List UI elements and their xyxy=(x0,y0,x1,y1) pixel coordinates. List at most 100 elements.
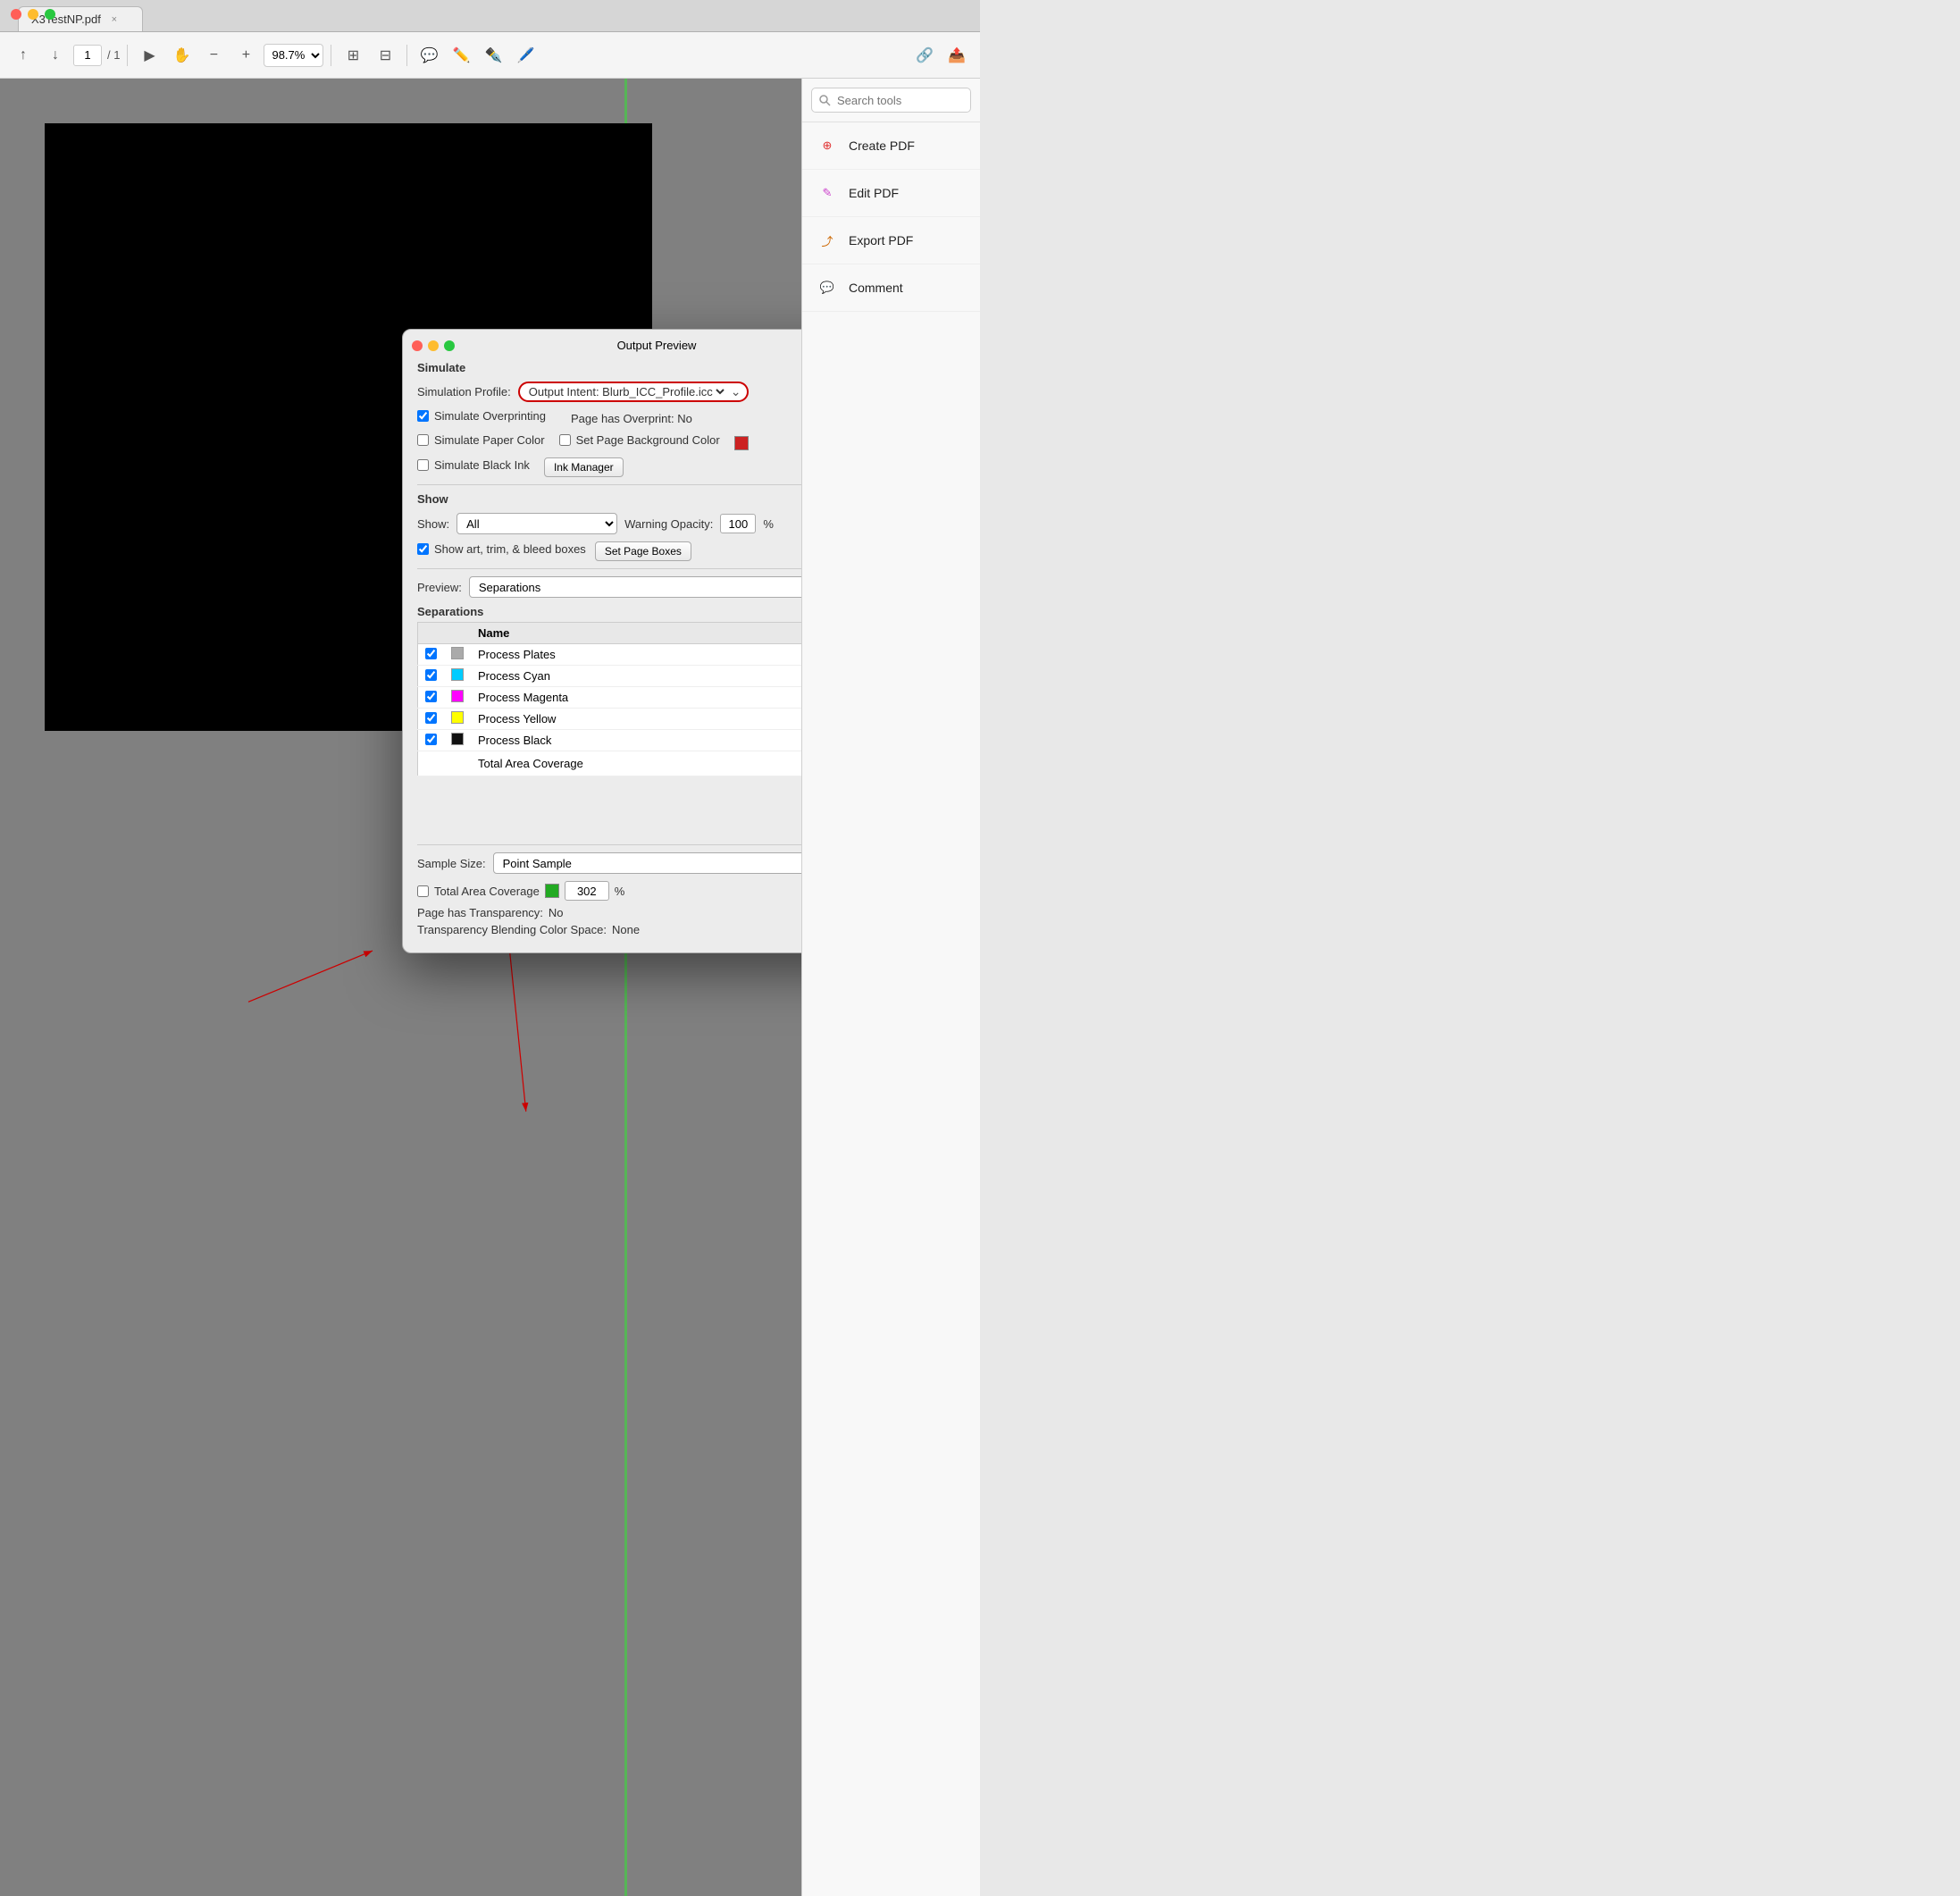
sep-color-swatch xyxy=(451,668,464,681)
tool-label: Edit PDF xyxy=(849,186,899,200)
simulation-profile-label: Simulation Profile: xyxy=(417,385,511,398)
sep-checkbox[interactable] xyxy=(425,712,437,724)
comment-btn[interactable]: 💬 xyxy=(415,41,443,70)
sep-color-swatch xyxy=(451,711,464,724)
preview-row: Preview: Separations xyxy=(417,576,801,598)
page-transparency-row: Page has Transparency: No xyxy=(417,906,801,919)
tac-pct: % xyxy=(615,885,625,898)
divider-1 xyxy=(417,484,801,485)
separations-section: Separations Name xyxy=(417,605,801,776)
transparency-cs-label: Transparency Blending Color Space: xyxy=(417,923,607,936)
tool-item-create-pdf-icon[interactable]: ⊕ Create PDF xyxy=(802,122,980,170)
zoom-select[interactable]: 98.7% xyxy=(264,44,323,67)
sep-pct: 64% xyxy=(745,687,801,709)
transparency-cs-row: Transparency Blending Color Space: None xyxy=(417,923,801,936)
sep-name: Process Magenta xyxy=(471,687,745,709)
next-page-btn[interactable]: ↓ xyxy=(41,41,70,70)
tool-item-edit-pdf-icon[interactable]: ✎ Edit PDF xyxy=(802,170,980,217)
preview-label: Preview: xyxy=(417,581,462,594)
sep-name: Process Cyan xyxy=(471,666,745,687)
select-tool-btn[interactable]: ▶ xyxy=(135,41,163,70)
empty-space xyxy=(417,784,801,837)
separations-table: Name Process Plates Process Cyan 72% Pro… xyxy=(417,622,801,776)
sep-checkbox[interactable] xyxy=(425,691,437,702)
total-area-coverage-row: Total Area Coverage 298% xyxy=(418,751,802,776)
separation-row[interactable]: Process Black 98% xyxy=(418,730,802,751)
dialog-min-btn[interactable] xyxy=(428,340,439,351)
simulate-black-ink-label: Simulate Black Ink xyxy=(434,458,530,472)
sep-checkbox[interactable] xyxy=(425,669,437,681)
fit-page-btn[interactable]: ⊞ xyxy=(339,41,367,70)
toolbar-separator-3 xyxy=(406,45,407,66)
simulate-paper-color-row: Simulate Paper Color xyxy=(417,433,545,447)
preview-select[interactable]: Separations xyxy=(469,576,801,598)
warning-opacity-pct: % xyxy=(763,517,774,531)
tab-close-btn[interactable]: × xyxy=(108,13,121,26)
sample-size-row: Sample Size: Point Sample xyxy=(417,852,801,874)
simulation-profile-select[interactable]: Output Intent: Blurb_ICC_Profile.icc xyxy=(525,384,727,399)
maximize-window-btn[interactable] xyxy=(45,9,55,20)
divider-3 xyxy=(417,844,801,845)
tac-label: Total Area Coverage xyxy=(434,885,540,898)
link-btn[interactable]: 🔗 xyxy=(910,41,939,70)
tool-item-comment-icon[interactable]: 💬 Comment xyxy=(802,264,980,312)
tool-label: Export PDF xyxy=(849,233,913,247)
sep-checkbox[interactable] xyxy=(425,648,437,659)
simulate-paper-color-checkbox[interactable] xyxy=(417,434,429,446)
bg-color-swatch[interactable] xyxy=(734,436,749,450)
sep-pct: 98% xyxy=(745,730,801,751)
show-select[interactable]: All xyxy=(456,513,617,534)
show-row: Show: All Warning Opacity: 100 % xyxy=(417,513,801,534)
toolbar: ↑ ↓ 1 / 1 ▶ ✋ − + 98.7% ⊞ ⊟ 💬 ✏️ ✒️ 🖊️ 🔗… xyxy=(0,32,980,79)
page-number-input[interactable]: 1 xyxy=(73,45,102,66)
tac-row: Total Area Coverage 302 % xyxy=(417,881,801,901)
stamp-btn[interactable]: 🖊️ xyxy=(511,41,540,70)
simulation-profile-select-wrap[interactable]: Output Intent: Blurb_ICC_Profile.icc ⌄ xyxy=(518,382,749,402)
warning-opacity-input[interactable]: 100 xyxy=(720,514,756,533)
sep-checkbox[interactable] xyxy=(425,734,437,745)
divider-2 xyxy=(417,568,801,569)
minimize-window-btn[interactable] xyxy=(28,9,38,20)
separation-row[interactable]: Process Magenta 64% xyxy=(418,687,802,709)
sep-name: Process Black xyxy=(471,730,745,751)
main-layout: Output Preview Simulate Simulation Profi… xyxy=(0,79,980,1896)
pdf-viewer-area[interactable]: Output Preview Simulate Simulation Profi… xyxy=(0,79,801,1896)
prev-page-btn[interactable]: ↑ xyxy=(9,41,38,70)
simulate-black-ink-checkbox[interactable] xyxy=(417,459,429,471)
separation-row[interactable]: Process Plates xyxy=(418,644,802,666)
tac-checkbox[interactable] xyxy=(417,885,429,897)
dialog-max-btn[interactable] xyxy=(444,340,455,351)
draw-btn[interactable]: ✏️ xyxy=(447,41,475,70)
set-page-bg-row: Set Page Background Color xyxy=(559,433,720,447)
search-tools-input[interactable] xyxy=(811,88,971,113)
sign-btn[interactable]: ✒️ xyxy=(479,41,507,70)
scroll-mode-btn[interactable]: ⊟ xyxy=(371,41,399,70)
sample-size-select[interactable]: Point Sample xyxy=(493,852,801,874)
show-art-trim-checkbox[interactable] xyxy=(417,543,429,555)
right-panel: ⊕ Create PDF ✎ Edit PDF ⤴ Export PDF 💬 C… xyxy=(801,79,980,1896)
tool-item-export-pdf-icon[interactable]: ⤴ Export PDF xyxy=(802,217,980,264)
tac-value-input[interactable]: 302 xyxy=(565,881,609,901)
ink-manager-btn[interactable]: Ink Manager xyxy=(544,457,624,477)
set-page-bg-label: Set Page Background Color xyxy=(576,433,720,447)
transparency-cs-value: None xyxy=(612,923,640,936)
zoom-out-btn[interactable]: − xyxy=(199,41,228,70)
sep-pct: 72% xyxy=(745,666,801,687)
separations-label: Separations xyxy=(417,605,801,618)
tac-color-swatch[interactable] xyxy=(545,884,559,898)
zoom-in-btn[interactable]: + xyxy=(231,41,260,70)
separation-row[interactable]: Process Cyan 72% xyxy=(418,666,802,687)
simulate-section-label: Simulate xyxy=(417,361,801,374)
close-window-btn[interactable] xyxy=(11,9,21,20)
page-total: / 1 xyxy=(107,48,120,62)
set-page-boxes-btn[interactable]: Set Page Boxes xyxy=(595,541,691,561)
share-btn[interactable]: 📤 xyxy=(942,41,971,70)
separation-row[interactable]: Process Yellow 64% xyxy=(418,709,802,730)
hand-tool-btn[interactable]: ✋ xyxy=(167,41,196,70)
total-row-label: Total Area Coverage xyxy=(471,751,745,776)
simulate-black-ink-row: Simulate Black Ink xyxy=(417,458,530,472)
output-preview-dialog[interactable]: Output Preview Simulate Simulation Profi… xyxy=(402,329,801,953)
set-page-bg-checkbox[interactable] xyxy=(559,434,571,446)
simulate-overprinting-checkbox[interactable] xyxy=(417,410,429,422)
dialog-close-btn[interactable] xyxy=(412,340,423,351)
